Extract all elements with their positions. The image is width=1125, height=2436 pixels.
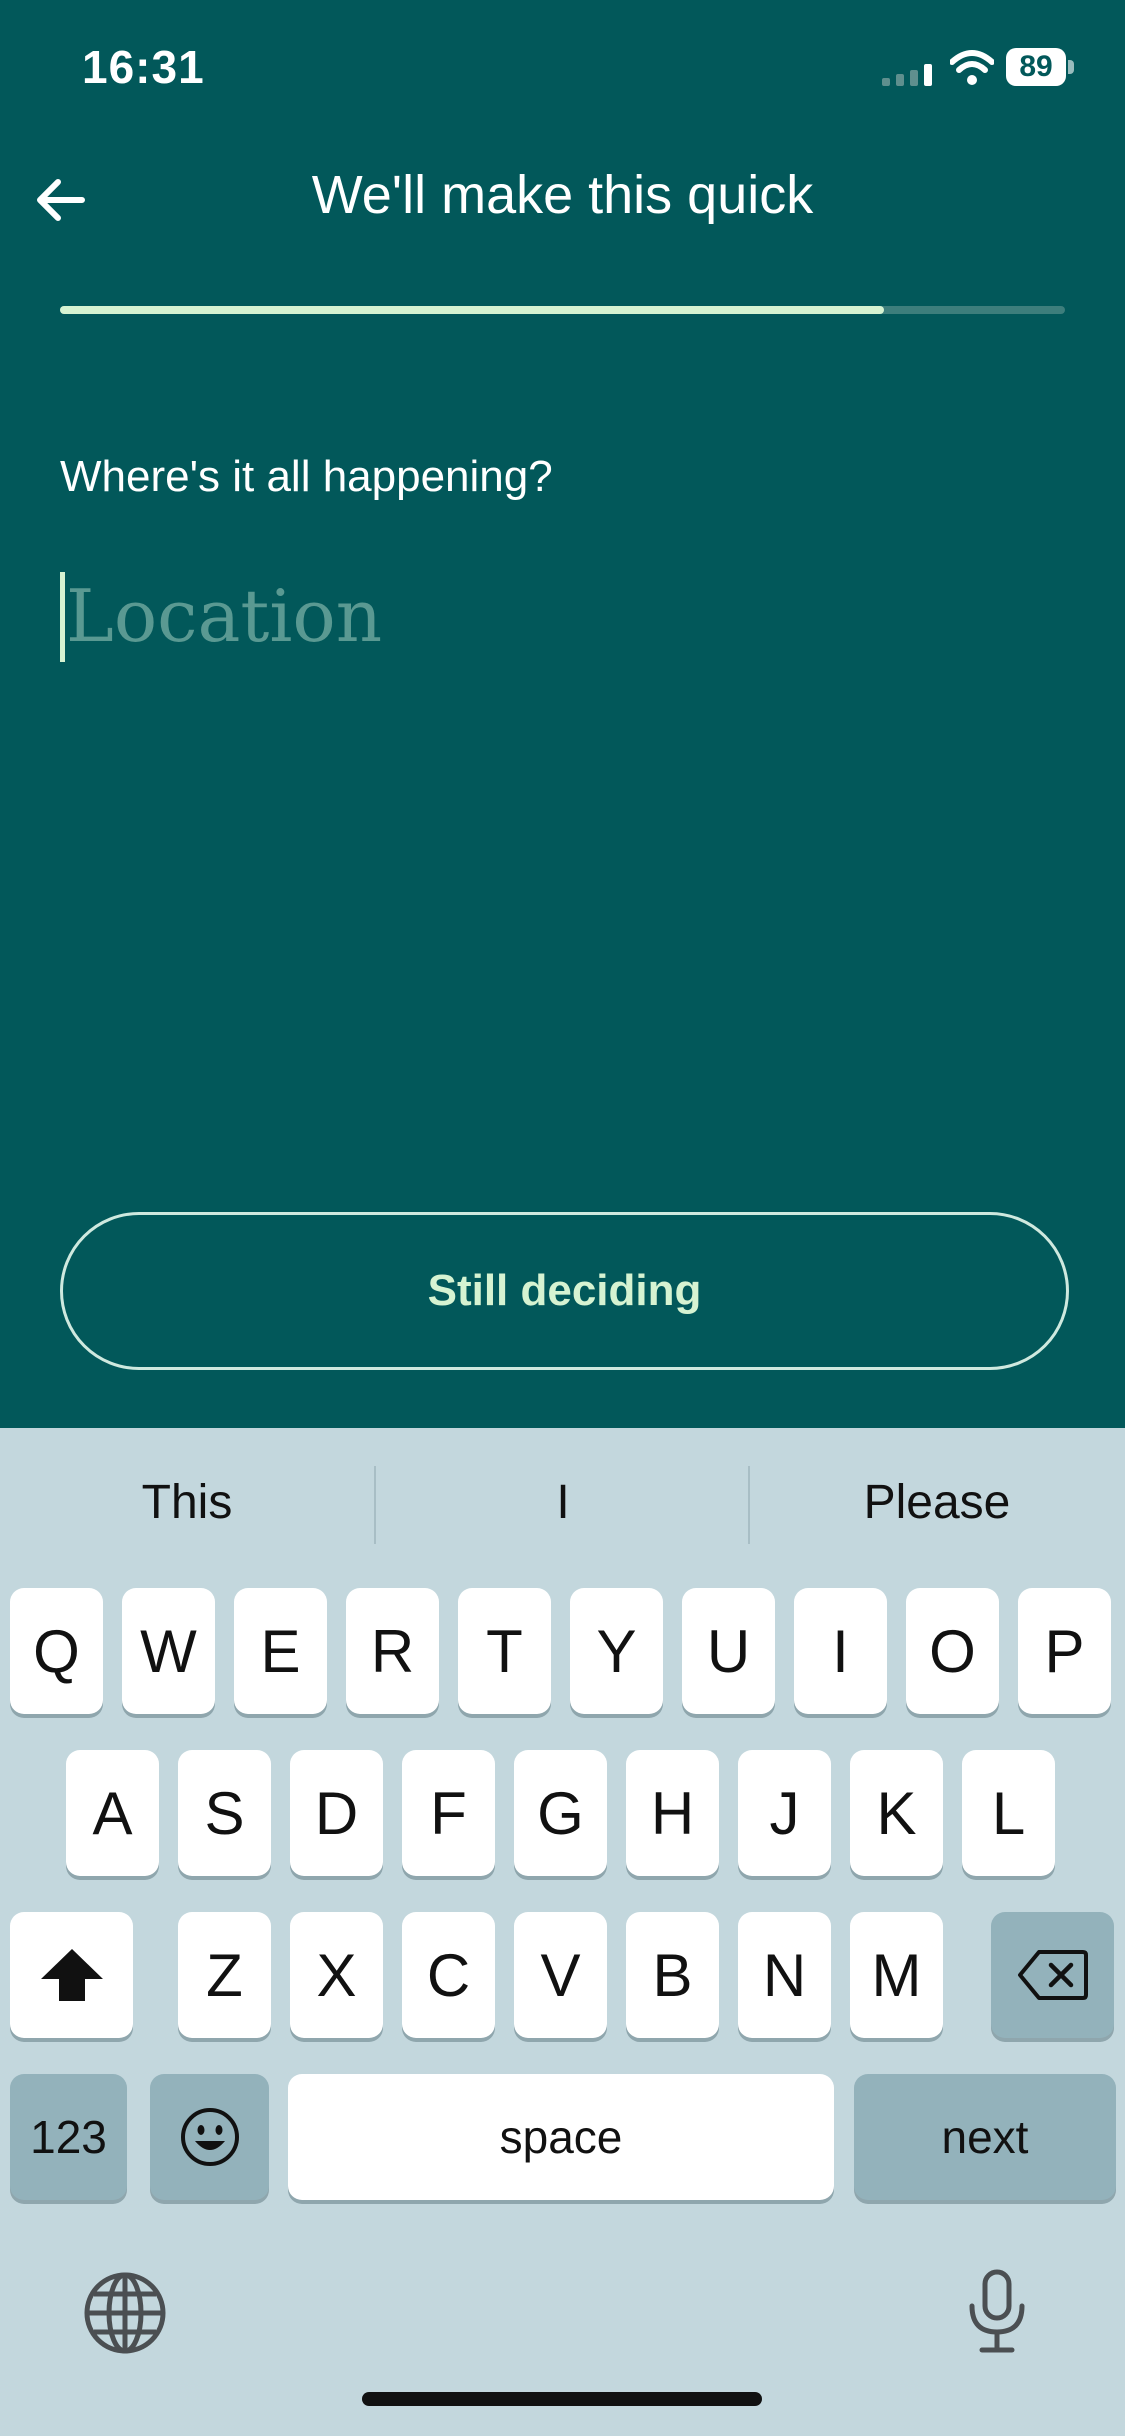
key-m[interactable]: M <box>850 1912 943 2038</box>
battery-level: 89 <box>1019 50 1053 83</box>
suggestion-3[interactable]: Please <box>750 1428 1124 1578</box>
mic-icon[interactable] <box>952 2266 1042 2356</box>
backspace-icon <box>1017 1950 1088 2000</box>
suggestion-1[interactable]: This <box>0 1428 374 1578</box>
key-t[interactable]: T <box>458 1588 551 1714</box>
status-time: 16:31 <box>82 41 205 93</box>
key-x[interactable]: X <box>290 1912 383 2038</box>
key-v[interactable]: V <box>514 1912 607 2038</box>
header: We'll make this quick <box>0 140 1125 260</box>
progress-fill <box>60 306 885 314</box>
key-h[interactable]: H <box>626 1750 719 1876</box>
key-z[interactable]: Z <box>178 1912 271 2038</box>
numbers-key[interactable]: 123 <box>10 2074 127 2200</box>
key-f[interactable]: F <box>402 1750 495 1876</box>
home-indicator <box>362 2392 762 2406</box>
globe-icon[interactable] <box>80 2268 170 2358</box>
key-y[interactable]: Y <box>570 1588 663 1714</box>
key-j[interactable]: J <box>738 1750 831 1876</box>
key-g[interactable]: G <box>514 1750 607 1876</box>
emoji-icon <box>180 2108 239 2166</box>
key-l[interactable]: L <box>962 1750 1055 1876</box>
key-u[interactable]: U <box>682 1588 775 1714</box>
key-k[interactable]: K <box>850 1750 943 1876</box>
suggestion-2[interactable]: I <box>376 1428 750 1578</box>
key-c[interactable]: C <box>402 1912 495 2038</box>
key-s[interactable]: S <box>178 1750 271 1876</box>
location-field[interactable] <box>60 560 1065 672</box>
keyboard: This I Please Q W E R T Y U I O P A S D … <box>0 1428 1125 2436</box>
key-d[interactable]: D <box>290 1750 383 1876</box>
shift-icon <box>40 1949 103 2001</box>
status-bar: 16:31 89 <box>0 0 1125 140</box>
still-deciding-button[interactable]: Still deciding <box>60 1212 1069 1370</box>
key-w[interactable]: W <box>122 1588 215 1714</box>
key-i[interactable]: I <box>794 1588 887 1714</box>
key-o[interactable]: O <box>906 1588 999 1714</box>
key-r[interactable]: R <box>346 1588 439 1714</box>
progress-bar <box>60 306 1065 314</box>
key-q[interactable]: Q <box>10 1588 103 1714</box>
question-label: Where's it all happening? <box>60 452 553 501</box>
key-b[interactable]: B <box>626 1912 719 2038</box>
next-key[interactable]: next <box>854 2074 1116 2200</box>
key-n[interactable]: N <box>738 1912 831 2038</box>
emoji-key[interactable] <box>150 2074 269 2200</box>
battery-indicator: 89 <box>1006 48 1074 88</box>
shift-key[interactable] <box>10 1912 133 2038</box>
suggestion-bar: This I Please <box>0 1428 1125 1578</box>
key-a[interactable]: A <box>66 1750 159 1876</box>
wifi-icon <box>950 50 994 85</box>
page-title: We'll make this quick <box>311 165 814 225</box>
app-screen: 16:31 89 We'll make this quick Where's i… <box>0 0 1125 1428</box>
space-key[interactable]: space <box>288 2074 834 2200</box>
backspace-key[interactable] <box>991 1912 1114 2038</box>
signal-icon <box>882 64 932 86</box>
location-input[interactable] <box>64 560 1058 672</box>
key-e[interactable]: E <box>234 1588 327 1714</box>
key-p[interactable]: P <box>1018 1588 1111 1714</box>
